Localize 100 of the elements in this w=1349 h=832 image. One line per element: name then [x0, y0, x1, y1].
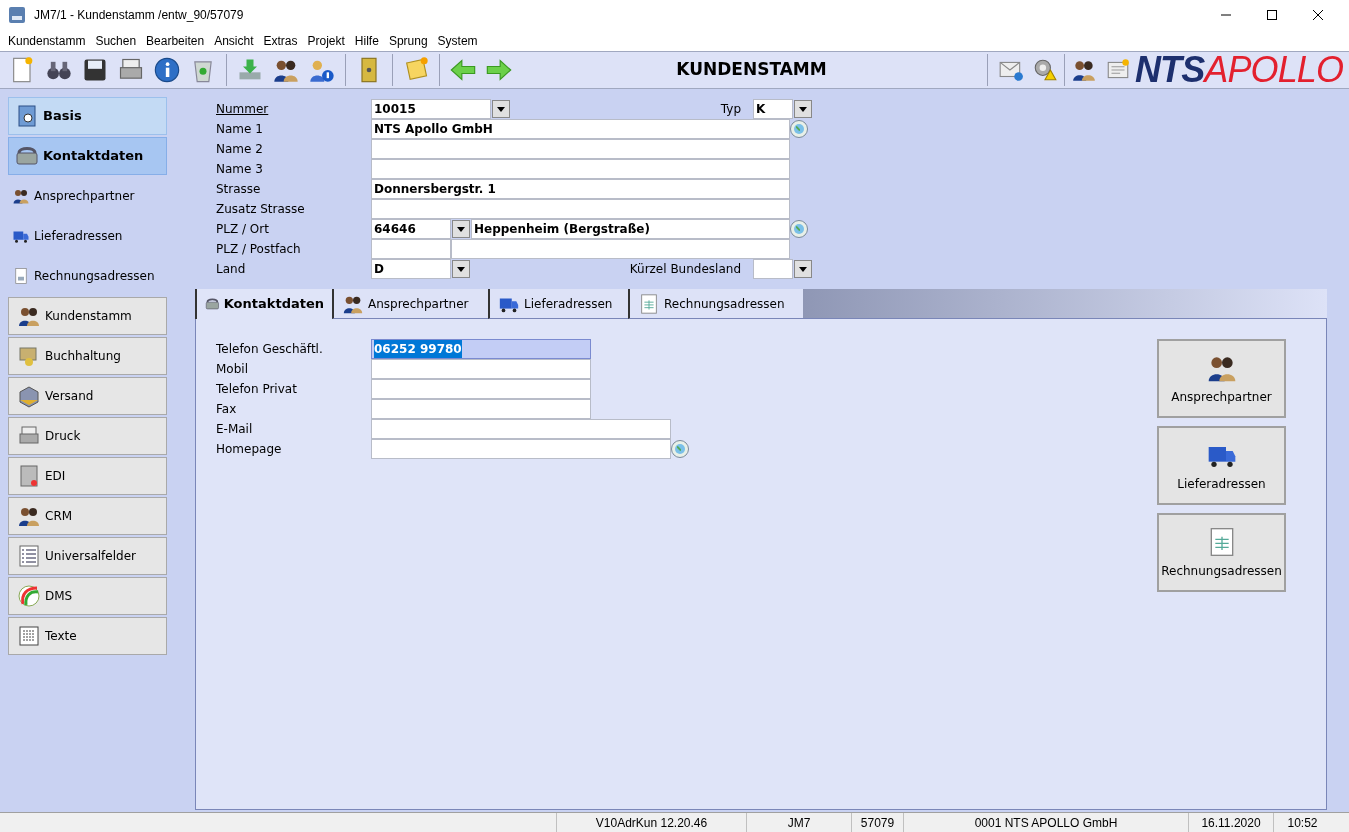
module-button[interactable]: Texte [8, 617, 167, 655]
screen-title: KUNDENSTAMM [676, 58, 827, 82]
field-label: Strasse [216, 181, 262, 198]
menu-item[interactable]: Bearbeiten [141, 31, 210, 50]
field-label: Fax [216, 401, 238, 418]
sidebar-link[interactable]: Ansprechpartner [8, 177, 167, 215]
package-icon [17, 384, 41, 408]
field-label: Name 3 [216, 161, 264, 178]
caret-icon [799, 106, 807, 112]
action-button[interactable]: Lieferadressen [1157, 426, 1286, 505]
globe-button[interactable] [671, 440, 689, 458]
input-field[interactable] [371, 419, 671, 439]
module-button[interactable]: EDI [8, 457, 167, 495]
input-field[interactable] [371, 439, 671, 459]
input-field[interactable]: Donnersbergstr. 1 [371, 179, 790, 199]
input-field[interactable] [371, 199, 790, 219]
input-field[interactable]: 10015 [371, 99, 491, 119]
tab[interactable]: Ansprechpartner [332, 289, 488, 319]
settings-warning-icon[interactable] [1032, 57, 1058, 83]
people-icon [12, 187, 30, 205]
input-field[interactable] [753, 259, 793, 279]
input-field[interactable] [371, 139, 790, 159]
tab[interactable]: Rechnungsadressen [628, 289, 803, 319]
input-field[interactable] [371, 239, 451, 259]
menu-item[interactable]: System [432, 31, 483, 50]
tab[interactable]: Lieferadressen [488, 289, 628, 319]
field-label: Typ [720, 101, 741, 118]
input-field[interactable] [451, 239, 790, 259]
text-document-icon [17, 624, 41, 648]
caret-icon [799, 266, 807, 272]
action-button[interactable]: Rechnungsadressen [1157, 513, 1286, 592]
invoice-icon [12, 267, 30, 285]
app-icon [8, 6, 26, 24]
spreadsheet-icon [638, 292, 660, 315]
status-field: 57079 [851, 813, 903, 832]
sidebar-link[interactable]: Lieferadressen [8, 217, 167, 255]
input-field[interactable] [371, 399, 591, 419]
input-field[interactable]: K [753, 99, 793, 119]
numbered-list-icon [17, 544, 41, 568]
input-field[interactable]: 06252 99780 [371, 339, 591, 359]
module-button[interactable]: CRM [8, 497, 167, 535]
module-button[interactable]: Versand [8, 377, 167, 415]
field-label: Mobil [216, 361, 249, 378]
input-field[interactable] [371, 359, 591, 379]
field-label: Land [216, 261, 247, 278]
globe-icon [793, 223, 805, 235]
field-label: Telefon Privat [216, 381, 298, 398]
action-button[interactable]: Ansprechpartner [1157, 339, 1286, 418]
module-button[interactable]: DMS [8, 577, 167, 615]
sidebar-nav-item[interactable]: Basis [8, 97, 167, 135]
input-field[interactable] [371, 379, 591, 399]
dropdown-button[interactable] [452, 220, 470, 238]
sidebar-link[interactable]: Rechnungsadressen [8, 257, 167, 295]
menu-item[interactable]: Kundenstamm [3, 31, 91, 50]
field-link[interactable]: Nummer [216, 100, 371, 118]
status-field: 0001 NTS APOLLO GmbH [903, 813, 1188, 832]
menu-item[interactable]: Ansicht [209, 31, 259, 50]
maximize-icon [1267, 10, 1277, 20]
module-button[interactable]: Buchhaltung [8, 337, 167, 375]
module-button[interactable]: Universalfelder [8, 537, 167, 575]
info-icon[interactable] [153, 56, 181, 84]
caret-icon [457, 226, 465, 232]
field-label: Name 2 [216, 141, 264, 158]
database-icon [17, 464, 41, 488]
input-field[interactable]: Heppenheim (Bergstraße) [471, 219, 790, 239]
status-field: 10:52 [1273, 813, 1331, 832]
input-field[interactable]: NTS Apollo GmbH [371, 119, 790, 139]
globe-button[interactable] [790, 220, 808, 238]
menu-item[interactable]: Suchen [90, 31, 142, 50]
dropdown-button[interactable] [492, 100, 510, 118]
phone-icon [15, 144, 39, 168]
menu-item[interactable]: Sprung [383, 31, 433, 50]
field-label: Zusatz Strasse [216, 201, 306, 218]
book-search-icon [15, 104, 39, 128]
menu-item[interactable]: Extras [258, 31, 303, 50]
status-field: V10AdrKun 12.20.46 [556, 813, 746, 832]
globe-icon [793, 123, 805, 135]
input-field[interactable]: D [371, 259, 451, 279]
caret-icon [457, 266, 465, 272]
menu-item[interactable]: Projekt [302, 31, 350, 50]
dropdown-button[interactable] [794, 100, 812, 118]
field-label: Kürzel Bundesland [629, 261, 741, 278]
dropdown-button[interactable] [452, 260, 470, 278]
caret-icon [497, 106, 505, 112]
swirl-icon [17, 584, 41, 608]
field-label: E-Mail [216, 421, 254, 438]
status-field: JM7 [746, 813, 851, 832]
status-field: 16.11.2020 [1188, 813, 1273, 832]
dropdown-button[interactable] [794, 260, 812, 278]
sidebar-nav-item[interactable]: Kontaktdaten [8, 137, 167, 175]
field-label: PLZ / Postfach [216, 241, 302, 258]
module-button[interactable]: Druck [8, 417, 167, 455]
field-label: Telefon Geschäftl. [216, 341, 324, 358]
input-field[interactable]: 64646 [371, 219, 451, 239]
input-field[interactable] [371, 159, 790, 179]
window-title: JM7/1 - Kundenstamm /entw_90/57079 [34, 7, 245, 24]
menu-item[interactable]: Hilfe [349, 31, 384, 50]
module-button[interactable]: Kundenstamm [8, 297, 167, 335]
close-icon [1313, 10, 1323, 20]
brand-logo: NTSAPOLLO [1135, 52, 1343, 88]
